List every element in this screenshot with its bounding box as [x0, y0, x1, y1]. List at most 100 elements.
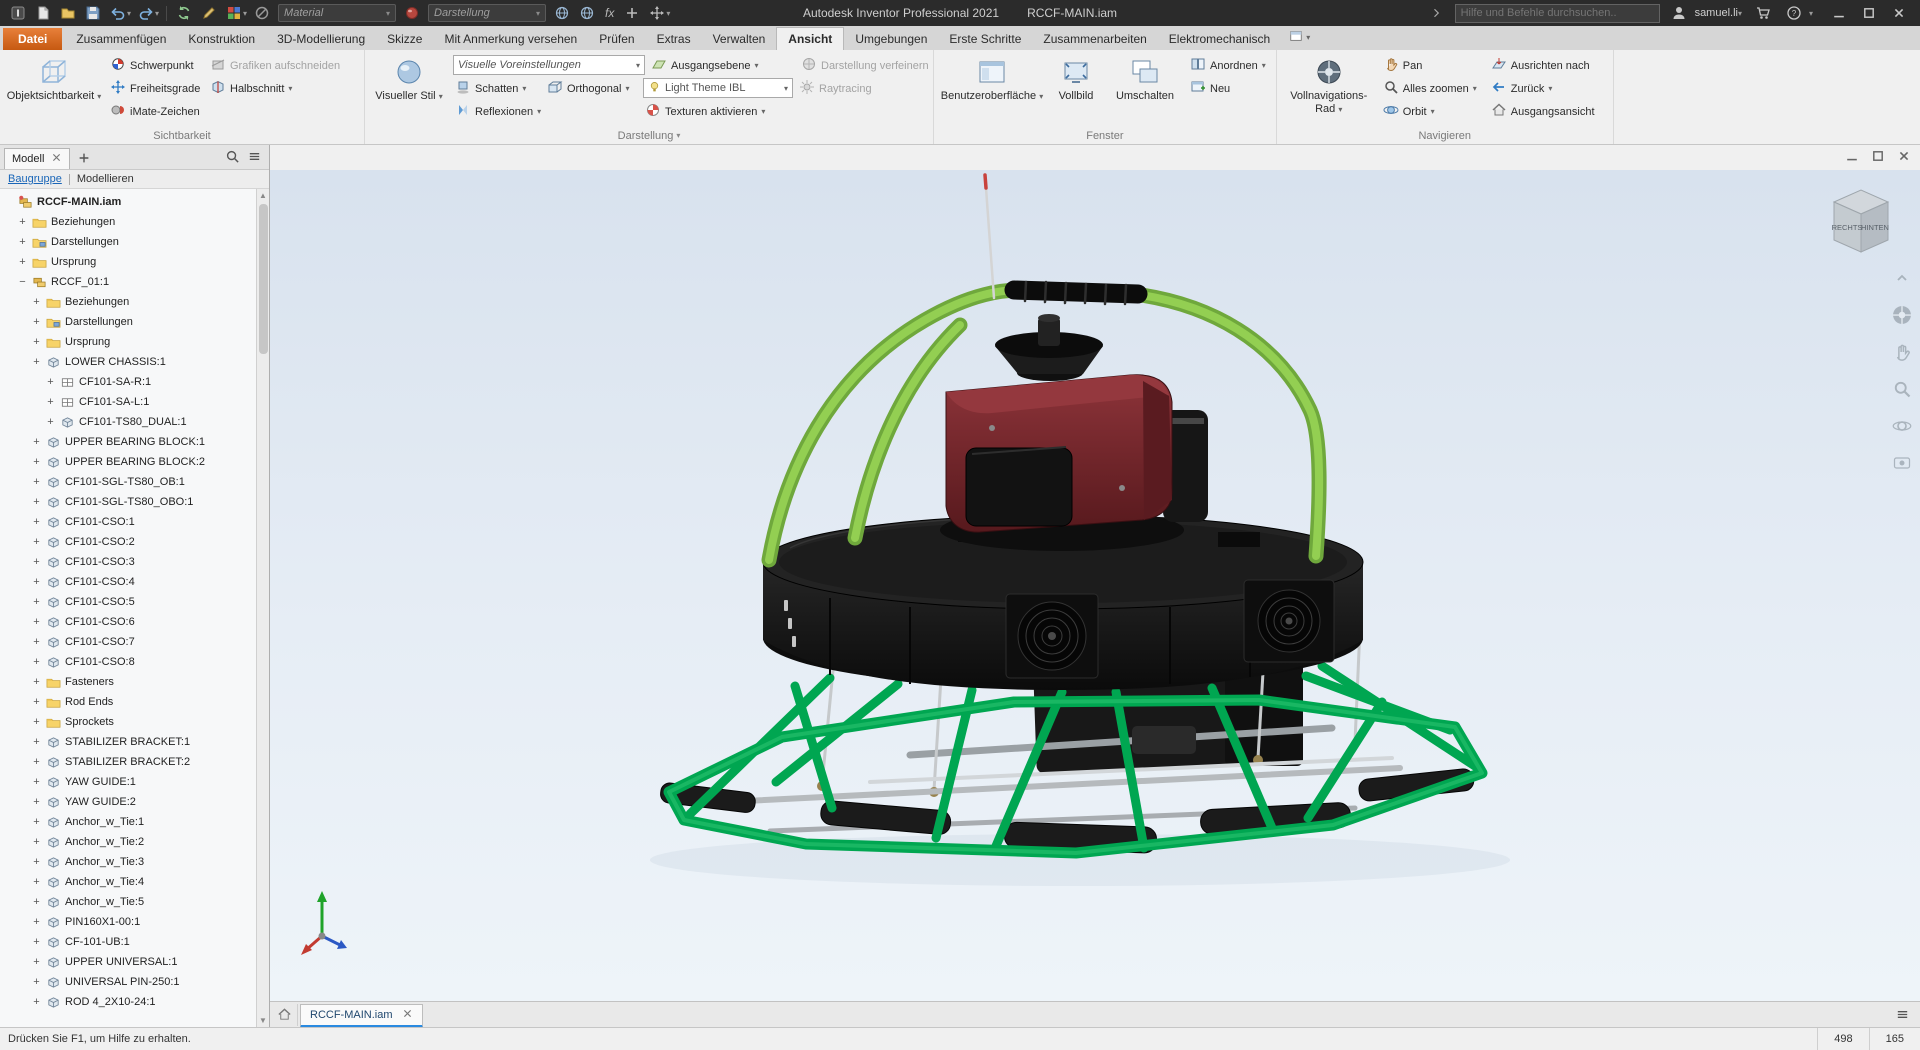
fx-button[interactable]: fx	[600, 6, 619, 20]
expand-toggle[interactable]: +	[32, 456, 41, 468]
scroll-down-icon[interactable]: ▼	[259, 1014, 267, 1027]
modellieren-tab[interactable]: Modellieren	[77, 173, 134, 185]
restore-button[interactable]	[1854, 0, 1884, 26]
help-search-input[interactable]	[1461, 7, 1654, 19]
tree-item[interactable]: +Anchor_w_Tie:4	[2, 872, 255, 892]
tree-item[interactable]: +Beziehungen	[2, 292, 255, 312]
minimize-button[interactable]	[1824, 0, 1854, 26]
app-menu-icon[interactable]	[6, 2, 30, 24]
expand-toggle[interactable]: +	[32, 656, 41, 668]
tree-item[interactable]: +CF101-CSO:3	[2, 552, 255, 572]
tree-item[interactable]: +CF101-CSO:6	[2, 612, 255, 632]
tree-item[interactable]: +CF101-CSO:1	[2, 512, 255, 532]
tree-item[interactable]: +CF101-CSO:7	[2, 632, 255, 652]
expand-toggle[interactable]: +	[32, 516, 41, 528]
tree-item[interactable]: +Fasteners	[2, 672, 255, 692]
expand-toggle[interactable]: +	[32, 716, 41, 728]
swatch-dropdown-icon[interactable]: ▾	[243, 9, 247, 18]
tree-item[interactable]: +Darstellungen	[2, 232, 255, 252]
view-cube[interactable]: RECHTS HINTEN	[1822, 180, 1900, 265]
expand-toggle[interactable]: +	[46, 376, 55, 388]
expand-toggle[interactable]: +	[32, 536, 41, 548]
tab-skizze[interactable]: Skizze	[376, 28, 433, 50]
tree-item[interactable]: +CF101-SGL-TS80_OBO:1	[2, 492, 255, 512]
tree-item[interactable]: +STABILIZER BRACKET:2	[2, 752, 255, 772]
tree-item[interactable]: +CF101-CSO:4	[2, 572, 255, 592]
umschalten-button[interactable]: Umschalten	[1108, 54, 1182, 127]
baugruppe-tab[interactable]: Baugruppe	[8, 173, 62, 185]
undo-dropdown-icon[interactable]: ▾	[127, 9, 131, 18]
tree-item[interactable]: +UNIVERSAL PIN-250:1	[2, 972, 255, 992]
new-file-button[interactable]	[31, 2, 55, 24]
tree-item[interactable]: +Anchor_w_Tie:1	[2, 812, 255, 832]
toolbar-dropdown-icon[interactable]: ▾	[666, 9, 670, 18]
tree-item[interactable]: +UPPER BEARING BLOCK:1	[2, 432, 255, 452]
document-tab-active[interactable]: RCCF-MAIN.iam	[300, 1004, 423, 1028]
expand-toggle[interactable]: +	[32, 356, 41, 368]
help-dropdown-icon[interactable]: ▾	[1809, 9, 1813, 18]
tree-item[interactable]: +Anchor_w_Tie:3	[2, 852, 255, 872]
group-label-darstellung[interactable]: Darstellung▾	[365, 127, 933, 144]
neu-button[interactable]: Neu	[1186, 77, 1270, 100]
ribbon-options-button[interactable]: ▾	[1281, 29, 1318, 50]
grafiken-aufschneiden-button[interactable]: Grafiken aufschneiden	[206, 54, 358, 77]
expand-toggle[interactable]: +	[32, 896, 41, 908]
expand-toggle[interactable]: +	[32, 816, 41, 828]
zoom-tool-icon[interactable]	[1890, 377, 1914, 401]
schatten-button[interactable]: Schatten▾	[451, 77, 543, 100]
browser-menu-icon[interactable]	[247, 149, 262, 167]
help-search-box[interactable]	[1455, 4, 1660, 23]
expand-toggle[interactable]: +	[32, 696, 41, 708]
expand-toggle[interactable]: +	[32, 736, 41, 748]
expand-toggle[interactable]: +	[46, 416, 55, 428]
tree-item[interactable]: +LOWER CHASSIS:1	[2, 352, 255, 372]
reflexionen-button[interactable]: Reflexionen▾	[451, 100, 543, 123]
objektsichtbarkeit-button[interactable]: Objektsichtbarkeit ▾	[6, 54, 102, 127]
add-panel-button[interactable]	[74, 151, 94, 165]
vollbild-button[interactable]: Vollbild	[1048, 54, 1104, 127]
tree-item[interactable]: +Anchor_w_Tie:2	[2, 832, 255, 852]
search-expand-icon[interactable]	[1424, 2, 1448, 24]
appearance-ball-icon[interactable]	[400, 2, 424, 24]
ausgangsebene-button[interactable]: Ausgangsebene▾	[647, 54, 797, 77]
document-tab-close-icon[interactable]	[402, 1008, 413, 1022]
update-button[interactable]	[172, 2, 196, 24]
tree-item[interactable]: +Beziehungen	[2, 212, 255, 232]
tree-item[interactable]: +UPPER UNIVERSAL:1	[2, 952, 255, 972]
tree-item[interactable]: +CF101-SA-L:1	[2, 392, 255, 412]
tab-umgebungen[interactable]: Umgebungen	[844, 28, 938, 50]
expand-toggle[interactable]: +	[32, 316, 41, 328]
tree-item[interactable]: RCCF-MAIN.iam	[2, 192, 255, 212]
tree-item[interactable]: +Ursprung	[2, 332, 255, 352]
tab-erste-schritte[interactable]: Erste Schritte	[938, 28, 1032, 50]
doc-minimize-icon[interactable]	[1846, 150, 1858, 165]
tab-ansicht[interactable]: Ansicht	[776, 27, 844, 50]
ausgangsansicht-button[interactable]: Ausgangsansicht	[1487, 100, 1607, 123]
expand-toggle[interactable]: +	[32, 996, 41, 1008]
visuelle-voreinstellungen-combo[interactable]: Visuelle Voreinstellungen▾	[453, 55, 645, 75]
close-panel-icon[interactable]	[51, 152, 62, 166]
open-button[interactable]	[56, 2, 80, 24]
orthogonal-button[interactable]: Orthogonal▾	[543, 77, 641, 100]
store-cart-icon[interactable]	[1751, 2, 1775, 24]
sketch-button[interactable]	[197, 2, 221, 24]
tree-item[interactable]: +Rod Ends	[2, 692, 255, 712]
tree-item[interactable]: +YAW GUIDE:2	[2, 792, 255, 812]
raytracing-button[interactable]: Raytracing	[795, 77, 925, 100]
save-button[interactable]	[81, 2, 105, 24]
tree-item[interactable]: +Ursprung	[2, 252, 255, 272]
expand-toggle[interactable]: +	[32, 796, 41, 808]
expand-toggle[interactable]: +	[32, 596, 41, 608]
expand-toggle[interactable]: +	[32, 676, 41, 688]
tab-mit-anmerkung-versehen[interactable]: Mit Anmerkung versehen	[433, 28, 588, 50]
nav-collapse-icon[interactable]	[1890, 266, 1914, 290]
expand-toggle[interactable]: +	[32, 636, 41, 648]
tab-zusammenarbeiten[interactable]: Zusammenarbeiten	[1032, 28, 1157, 50]
pan-tool-icon[interactable]	[1890, 340, 1914, 364]
expand-toggle[interactable]: +	[32, 756, 41, 768]
freiheitsgrade-button[interactable]: Freiheitsgrade	[106, 77, 206, 100]
expand-toggle[interactable]: +	[32, 336, 41, 348]
expand-toggle[interactable]: +	[32, 496, 41, 508]
tree-item[interactable]: +PIN160X1-00:1	[2, 912, 255, 932]
scroll-up-icon[interactable]: ▲	[259, 189, 267, 202]
